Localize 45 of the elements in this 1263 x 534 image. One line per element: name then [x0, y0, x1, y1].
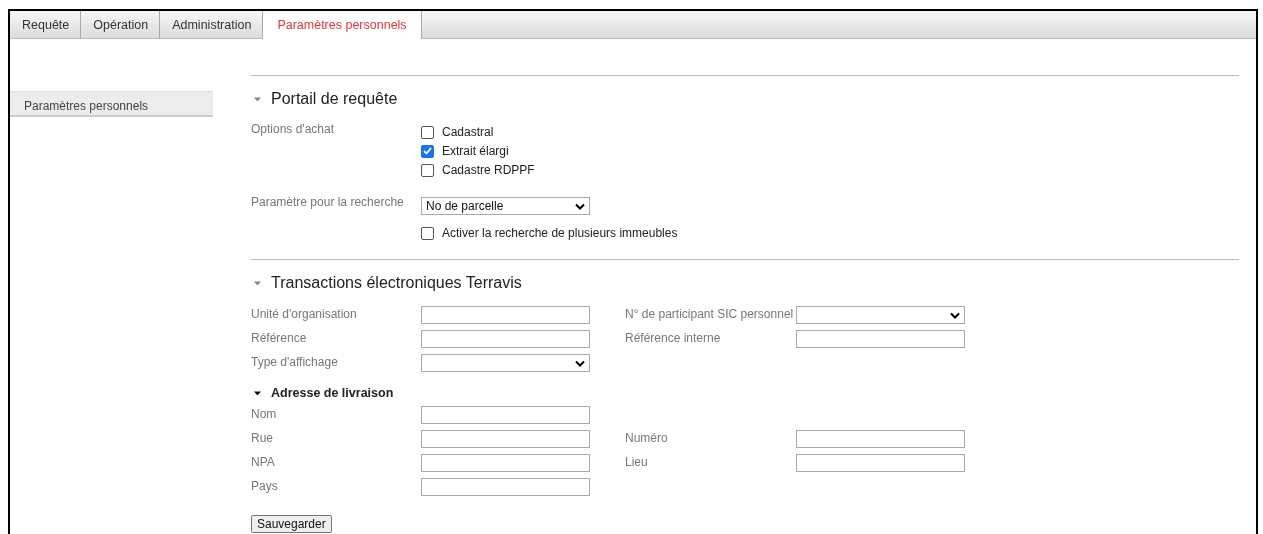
subsection-title: Adresse de livraison: [271, 386, 394, 400]
input-field[interactable]: [421, 454, 590, 472]
field-label: NPA: [251, 454, 276, 469]
tab[interactable]: Paramètres personnels: [263, 11, 422, 39]
caret-icon[interactable]: [254, 389, 261, 397]
checkbox[interactable]: [421, 125, 434, 139]
section-title: Transactions électroniques Terravis: [271, 274, 522, 292]
tab[interactable]: Opération: [81, 11, 161, 39]
dropdown[interactable]: [796, 306, 965, 324]
checkbox[interactable]: [421, 144, 434, 158]
field-label: Nom: [251, 406, 278, 421]
section-title: Portail de requête: [271, 90, 398, 108]
tab[interactable]: Requête: [10, 11, 82, 39]
chevron-down-icon: [575, 202, 585, 210]
checkbox[interactable]: [421, 163, 434, 177]
chevron-down-icon: [950, 311, 960, 319]
field-label: Options d'achat: [251, 122, 335, 138]
input-field[interactable]: [421, 430, 590, 448]
input-field[interactable]: [421, 306, 590, 324]
input-field[interactable]: [796, 454, 965, 472]
field-label: Unité d'organisation: [251, 306, 358, 321]
field-label: Référence interne: [625, 330, 722, 345]
checkbox-label: Extrait élargi: [442, 144, 509, 158]
chevron-down-icon: [575, 359, 585, 367]
save-button[interactable]: Sauvegarder: [251, 515, 332, 533]
input-field[interactable]: [421, 330, 590, 348]
input-field[interactable]: [421, 478, 590, 496]
checkbox-label: Cadastre RDPPF: [442, 163, 535, 177]
dropdown[interactable]: [421, 354, 590, 372]
sidebar-item[interactable]: Paramètres personnels: [10, 91, 213, 117]
input-field[interactable]: [421, 406, 590, 424]
field-label: Pays: [251, 478, 279, 493]
field-label: Paramètre pour la recherche: [251, 195, 405, 211]
field-label: Type d'affichage: [251, 354, 339, 369]
field-label: Rue: [251, 430, 274, 445]
checkbox-label: Activer la recherche de plusieurs immeubles: [442, 226, 678, 240]
field-label: Référence: [251, 330, 308, 345]
checkbox-label: Cadastral: [442, 125, 494, 139]
input-field[interactable]: [796, 430, 965, 448]
field-label: Numéro: [625, 430, 669, 445]
checkbox[interactable]: [421, 226, 434, 240]
field-label: Lieu: [625, 454, 649, 469]
dropdown[interactable]: No de parcelle: [421, 197, 590, 215]
field-label: N° de participant SIC personnel: [625, 306, 795, 321]
input-field[interactable]: [796, 330, 965, 348]
